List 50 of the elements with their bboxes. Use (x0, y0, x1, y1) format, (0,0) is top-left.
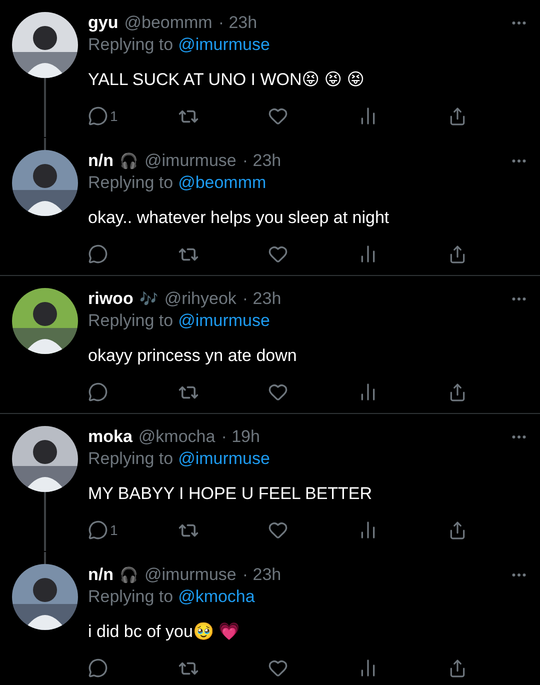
display-name[interactable]: n/n (88, 151, 114, 171)
heart-icon[interactable] (268, 658, 288, 678)
mention-link[interactable]: @kmocha (178, 587, 255, 611)
display-name[interactable]: moka (88, 427, 132, 447)
tweet-text: okay.. whatever helps you sleep at night (88, 208, 390, 228)
share-button[interactable] (448, 244, 467, 264)
name-emoji: 🎧 (120, 152, 138, 170)
replying-label: Replying to (88, 311, 174, 332)
display-name[interactable]: riwoo (88, 289, 134, 309)
heart-icon[interactable] (268, 244, 288, 264)
timestamp: · 19h (221, 427, 260, 447)
speech-bubble-icon[interactable] (88, 382, 108, 402)
replying-label: Replying to (88, 35, 174, 56)
heart-icon[interactable] (268, 106, 288, 126)
tweet-text: YALL SUCK AT UNO I WON😝 😝 😝 (88, 70, 366, 90)
mention-link[interactable]: @beommm (178, 173, 266, 197)
share-button[interactable] (448, 658, 467, 678)
timestamp: · 23h (218, 13, 258, 33)
replying-label: Replying to (88, 587, 174, 608)
user-handle[interactable]: @rihyeok (164, 289, 236, 309)
heart-icon[interactable] (268, 520, 288, 540)
tweet-text: okayy princess yn ate down (88, 346, 298, 366)
share-button[interactable] (448, 382, 467, 402)
speech-bubble-icon[interactable] (88, 244, 108, 264)
speech-bubble-icon[interactable] (88, 106, 108, 126)
display-name[interactable]: n/n (88, 565, 114, 585)
tweet-text: i did bc of you🥹 💗 (88, 622, 241, 642)
name-emoji: 🎧 (120, 566, 138, 584)
reply-button[interactable]: 1 (88, 106, 178, 126)
display-name[interactable]: gyu (88, 13, 118, 33)
mention-link[interactable]: @imurmuse (178, 311, 270, 335)
share-button[interactable] (448, 106, 467, 126)
speech-bubble-icon[interactable] (88, 520, 108, 540)
share-button[interactable] (448, 520, 467, 540)
replying-label: Replying to (88, 173, 174, 194)
timestamp: · 23h (242, 151, 282, 171)
user-handle[interactable]: @imurmuse (144, 565, 236, 585)
replying-label: Replying to (88, 449, 174, 470)
tweet-text: MY BABYY I HOPE U FEEL BETTER (88, 484, 374, 504)
mention-link[interactable]: @imurmuse (178, 35, 270, 59)
user-handle[interactable]: @kmocha (138, 427, 216, 447)
user-handle[interactable]: @imurmuse (144, 151, 236, 171)
mention-link[interactable]: @imurmuse (178, 449, 270, 473)
name-emoji: 🎶 (139, 290, 158, 308)
timestamp: · 23h (242, 565, 282, 585)
timestamp: · 23h (242, 289, 282, 309)
heart-icon[interactable] (268, 382, 288, 402)
user-handle[interactable]: @beommm (124, 13, 212, 33)
speech-bubble-icon[interactable] (88, 658, 108, 678)
reply-button[interactable]: 1 (88, 520, 178, 540)
